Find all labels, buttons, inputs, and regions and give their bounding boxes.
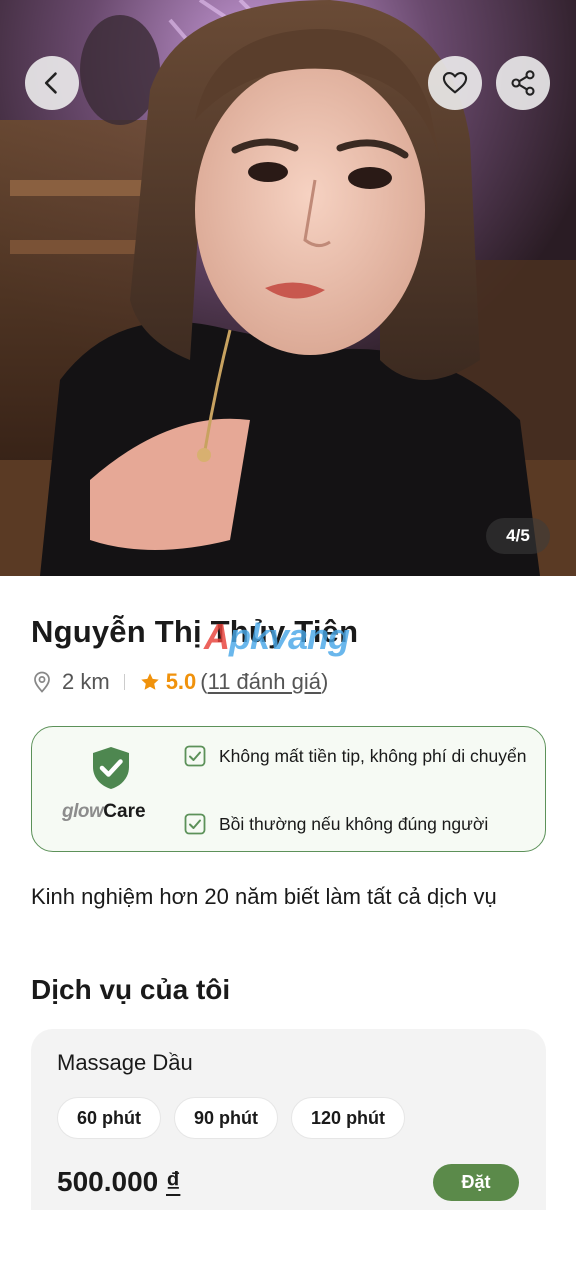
profile-meta: 2 km 5.0 (11 đánh giá) bbox=[30, 666, 328, 698]
watermark-text: pkvang bbox=[229, 616, 350, 657]
rating-value: 5.0 bbox=[165, 669, 197, 694]
profile-photo-gallery[interactable]: 4/5 bbox=[0, 0, 576, 576]
profile-photo bbox=[0, 0, 576, 576]
glowcare-guarantee-box: glowCare Không mất tiền tip, không phí d… bbox=[31, 726, 546, 852]
glowcare-logo-care: Care bbox=[103, 801, 146, 822]
distance-text: 2 km bbox=[62, 669, 110, 694]
chevron-left-icon bbox=[44, 72, 57, 94]
glowcare-logo-glow: glow bbox=[62, 801, 104, 822]
star-icon bbox=[140, 673, 159, 690]
favorite-button[interactable] bbox=[428, 56, 482, 110]
guarantee-text: Bồi thường nếu không đúng người bbox=[219, 813, 489, 834]
meta-divider bbox=[123, 674, 125, 690]
guarantee-item-compensation: Bồi thường nếu không đúng người bbox=[184, 813, 488, 835]
checkbox-check-icon bbox=[184, 745, 206, 767]
reviews-open-paren: ( bbox=[200, 669, 208, 694]
services-section-title: Dịch vụ của tôi bbox=[31, 974, 231, 1005]
checkbox-check-icon bbox=[184, 813, 206, 835]
reviews-count-text[interactable]: 11 đánh giá bbox=[208, 669, 321, 694]
provider-bio: Kinh nghiệm hơn 20 năm biết làm tất cả d… bbox=[31, 884, 497, 909]
price-currency: ₫ bbox=[166, 1166, 181, 1197]
watermark-logo: Apkvang bbox=[204, 616, 350, 658]
duration-chip-60[interactable]: 60 phút bbox=[57, 1097, 162, 1139]
back-button[interactable] bbox=[25, 56, 79, 110]
price-amount: 500.000 bbox=[57, 1166, 159, 1197]
service-price: 500.000 ₫ bbox=[57, 1166, 180, 1198]
service-name: Massage Dầu bbox=[57, 1050, 193, 1075]
guarantee-item-no-tip: Không mất tiền tip, không phí di chuyển bbox=[184, 745, 526, 767]
guarantee-text: Không mất tiền tip, không phí di chuyển bbox=[219, 745, 527, 766]
book-button[interactable]: Đặt bbox=[433, 1164, 519, 1201]
reviews-link[interactable]: (11 đánh giá) bbox=[200, 669, 328, 695]
photo-counter: 4/5 bbox=[486, 518, 550, 554]
service-card: Massage Dầu 60 phút 90 phút 120 phút 500… bbox=[31, 1029, 546, 1210]
location-pin-icon bbox=[34, 671, 50, 693]
reviews-close-paren: ) bbox=[320, 669, 329, 694]
duration-chip-120[interactable]: 120 phút bbox=[291, 1097, 406, 1139]
share-button[interactable] bbox=[496, 56, 550, 110]
share-icon bbox=[511, 70, 535, 96]
watermark-letter: A bbox=[204, 616, 230, 657]
glowcare-logo: glowCare bbox=[62, 801, 146, 823]
duration-chip-90[interactable]: 90 phút bbox=[174, 1097, 279, 1139]
heart-icon bbox=[442, 72, 468, 94]
shield-check-icon bbox=[93, 747, 129, 789]
duration-options: 60 phút 90 phút 120 phút bbox=[57, 1097, 406, 1139]
